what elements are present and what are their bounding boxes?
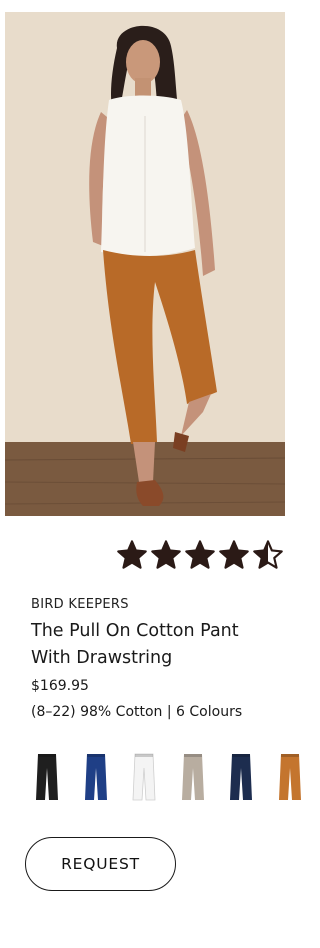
star-full-icon xyxy=(151,540,181,569)
swatch-white[interactable] xyxy=(120,748,169,806)
swatch-dark-navy[interactable] xyxy=(217,748,266,806)
pants-icon xyxy=(84,754,107,800)
star-full-icon xyxy=(117,540,147,569)
model-face xyxy=(126,40,160,84)
product-image[interactable] xyxy=(5,12,285,516)
star-rating xyxy=(116,538,284,572)
brand-name[interactable]: BIRD KEEPERS xyxy=(31,597,129,612)
pants-icon xyxy=(132,753,156,801)
product-details: (8–22) 98% Cotton | 6 Colours xyxy=(31,704,243,720)
swatch-navy[interactable] xyxy=(72,748,121,806)
pants-icon xyxy=(230,754,253,800)
request-button[interactable]: REQUEST xyxy=(25,837,176,891)
swatch-tan[interactable] xyxy=(266,748,315,806)
swatch-stone[interactable] xyxy=(169,748,218,806)
model-top xyxy=(101,95,195,257)
star-half-icon xyxy=(253,540,283,569)
pants-icon xyxy=(278,754,301,800)
product-card: BIRD KEEPERS The Pull On Cotton Pant Wit… xyxy=(0,0,301,948)
star-full-icon xyxy=(219,540,249,569)
pants-icon xyxy=(36,754,59,800)
colour-swatches xyxy=(23,748,301,806)
product-title[interactable]: The Pull On Cotton Pant With Drawstring xyxy=(31,618,281,672)
product-price: $169.95 xyxy=(31,678,89,694)
star-full-icon xyxy=(185,540,215,569)
swatch-black[interactable] xyxy=(23,748,72,806)
pants-icon xyxy=(181,754,204,800)
